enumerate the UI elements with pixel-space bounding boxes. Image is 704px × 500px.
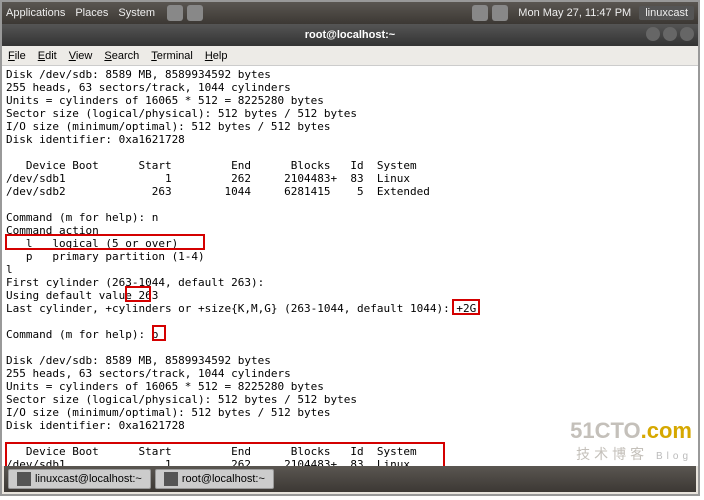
highlight-box <box>125 286 151 302</box>
menu-file[interactable]: File <box>8 50 26 62</box>
user-menu[interactable]: linuxcast <box>639 6 694 20</box>
highlight-box <box>5 234 205 250</box>
places-menu[interactable]: Places <box>75 7 108 19</box>
minimize-button[interactable] <box>646 27 660 41</box>
maximize-button[interactable] <box>663 27 677 41</box>
network-icon[interactable] <box>472 5 488 21</box>
gnome-top-panel: Applications Places System Mon May 27, 1… <box>2 2 698 24</box>
clock[interactable]: Mon May 27, 11:47 PM <box>518 7 631 19</box>
terminal-menubar: File Edit View Search Terminal Help <box>2 46 698 66</box>
gnome-bottom-panel: linuxcast@localhost:~ root@localhost:~ <box>4 466 696 492</box>
menu-view[interactable]: View <box>69 50 93 62</box>
taskbar-button[interactable]: linuxcast@localhost:~ <box>8 469 151 489</box>
app-launcher-icon[interactable] <box>187 5 203 21</box>
system-menu[interactable]: System <box>118 7 155 19</box>
close-button[interactable] <box>680 27 694 41</box>
highlight-box <box>452 299 480 315</box>
highlight-box <box>152 325 166 341</box>
volume-icon[interactable] <box>492 5 508 21</box>
menu-edit[interactable]: Edit <box>38 50 57 62</box>
terminal-icon <box>17 472 31 486</box>
menu-search[interactable]: Search <box>104 50 139 62</box>
window-title: root@localhost:~ <box>305 29 395 41</box>
terminal-output[interactable]: Disk /dev/sdb: 8589 MB, 8589934592 bytes… <box>2 66 698 466</box>
window-titlebar[interactable]: root@localhost:~ <box>2 24 698 46</box>
menu-terminal[interactable]: Terminal <box>151 50 193 62</box>
taskbar-button[interactable]: root@localhost:~ <box>155 469 274 489</box>
menu-help[interactable]: Help <box>205 50 228 62</box>
applications-menu[interactable]: Applications <box>6 7 65 19</box>
terminal-icon <box>164 472 178 486</box>
highlight-box <box>5 442 445 466</box>
firefox-icon[interactable] <box>167 5 183 21</box>
